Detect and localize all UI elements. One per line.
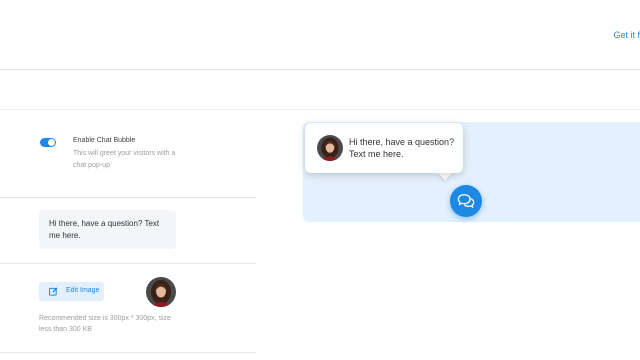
section-divider [0,263,256,264]
image-size-note: Recommended size is 300px * 300px, size … [39,315,171,333]
get-it-link[interactable]: Get it f [613,30,640,40]
edit-image-button[interactable]: Edit Image [39,282,104,301]
enable-chat-bubble-toggle[interactable] [40,138,56,147]
section-divider [0,352,256,353]
top-bar: Get it f [0,0,640,70]
preview-bubble-message: Hi there, have a question? Text me here. [349,137,455,159]
section-divider [0,197,256,198]
toggle-knob [48,139,55,146]
toggle-label: Enable Chat Bubble [73,137,136,144]
greeting-message-box[interactable]: Hi there, have a question? Text me here. [39,210,176,249]
preview-avatar [317,135,343,161]
chat-bubbles-icon [457,194,475,208]
chat-launcher-button[interactable] [450,185,482,217]
sub-bar [0,70,640,110]
toggle-description: This will greet your visitors with a cha… [73,150,176,169]
edit-image-label: Edit Image [66,287,100,294]
edit-icon [49,287,58,296]
avatar [146,277,176,307]
